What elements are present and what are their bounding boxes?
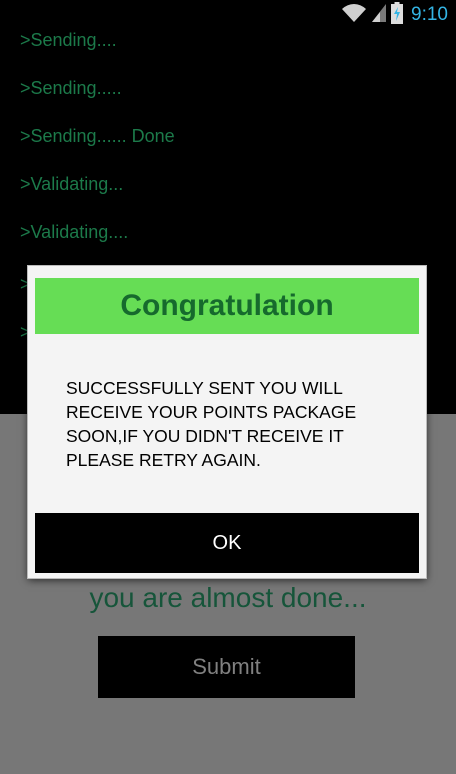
battery-charging-icon — [391, 2, 404, 28]
dialog-message: SUCCESSFULLY SENT YOU WILL RECEIVE YOUR … — [66, 378, 357, 470]
progress-text: you are almost done... — [89, 582, 367, 613]
dialog-header: Congratulation — [35, 278, 419, 334]
status-bar: 9:10 — [0, 0, 456, 30]
dialog-title: Congratulation — [120, 289, 334, 322]
submit-button[interactable]: Submit — [98, 636, 355, 698]
signal-icon — [371, 3, 387, 27]
console-line: >Sending.... — [20, 30, 117, 50]
status-time: 9:10 — [411, 4, 448, 25]
console-line: >Sending...... Done — [20, 126, 175, 146]
console-line: >Validating... — [20, 174, 124, 194]
console-line: >Sending..... — [20, 78, 122, 98]
wifi-icon — [341, 3, 367, 27]
congratulation-dialog: Congratulation SUCCESSFULLY SENT YOU WIL… — [28, 266, 426, 578]
ok-button[interactable]: OK — [35, 513, 419, 573]
console-line: >Validating.... — [20, 222, 129, 242]
